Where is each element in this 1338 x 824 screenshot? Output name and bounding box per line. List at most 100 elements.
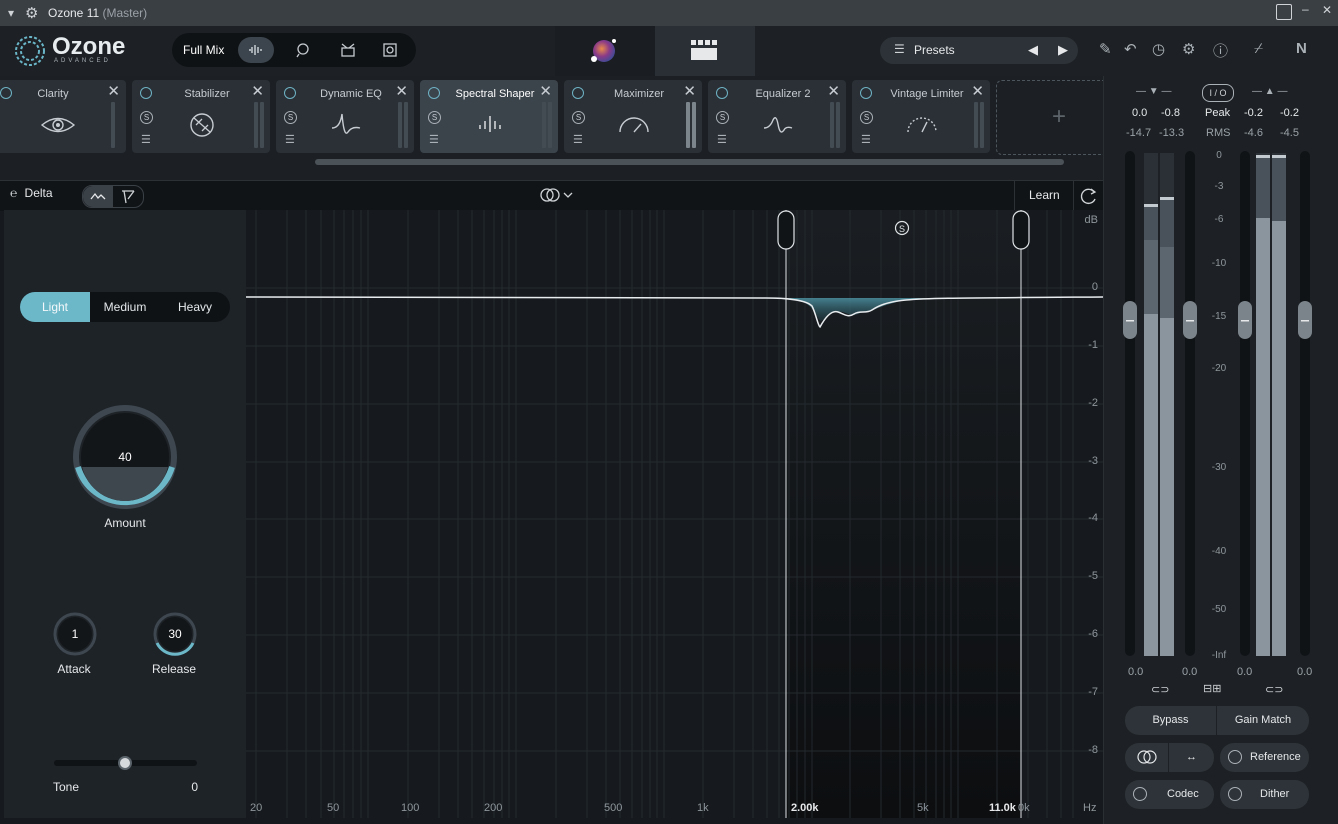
module-equalizer-2[interactable]: S ☰ Equalizer 2 ✕ bbox=[708, 80, 846, 153]
stereo-monitor-button[interactable] bbox=[1125, 743, 1168, 772]
close-module-icon[interactable]: ✕ bbox=[539, 82, 552, 100]
x-tick-label: 11.0k bbox=[989, 802, 1016, 814]
x-tick-label: 20 bbox=[250, 802, 263, 814]
reference-power-icon[interactable] bbox=[1228, 750, 1242, 764]
dither-power-icon[interactable] bbox=[1228, 787, 1242, 801]
close-module-icon[interactable]: ✕ bbox=[683, 82, 696, 100]
presets-bar[interactable]: ☰ Presets ◀ ▶ bbox=[880, 37, 1078, 64]
swap-channels-button[interactable]: ↔ bbox=[1169, 743, 1214, 772]
output-collapse-icon[interactable]: — ▲ — bbox=[1252, 86, 1287, 97]
ni-logo-icon[interactable]: N bbox=[1296, 40, 1307, 57]
input-gain-left[interactable]: 0.0 bbox=[1128, 666, 1143, 678]
codec-button[interactable]: Codec bbox=[1125, 780, 1214, 809]
solo-button[interactable]: S bbox=[284, 111, 297, 124]
list-icon[interactable]: ☰ bbox=[573, 133, 583, 146]
list-icon[interactable]: ☰ bbox=[717, 133, 727, 146]
filter-view-icon[interactable] bbox=[115, 186, 141, 207]
waveform-mode-icon[interactable] bbox=[238, 37, 274, 63]
solo-button[interactable]: S bbox=[572, 111, 585, 124]
presets-label[interactable]: Presets bbox=[914, 43, 955, 57]
solo-button[interactable]: S bbox=[428, 111, 441, 124]
learn-button[interactable]: Learn bbox=[1014, 181, 1074, 210]
module-spectral-shaper[interactable]: S ☰ Spectral Shaper ✕ bbox=[420, 80, 558, 153]
module-stabilizer[interactable]: S ☰ Stabilizer ✕ bbox=[132, 80, 270, 153]
solo-button[interactable]: S bbox=[140, 111, 153, 124]
output-gain-right[interactable]: 0.0 bbox=[1297, 666, 1312, 678]
close-icon[interactable]: ✕ bbox=[1322, 3, 1332, 17]
power-icon[interactable] bbox=[428, 87, 440, 99]
view-toggle[interactable] bbox=[82, 185, 144, 208]
keyboard-icon[interactable] bbox=[1276, 4, 1292, 20]
module-meter bbox=[830, 102, 834, 148]
dither-button[interactable]: Dither bbox=[1220, 780, 1309, 809]
previous-preset-icon[interactable]: ◀ bbox=[1028, 42, 1038, 58]
reset-icon[interactable] bbox=[1080, 187, 1098, 210]
help-icon[interactable]: ⓘ bbox=[1213, 40, 1228, 61]
mode-medium-button[interactable]: Medium bbox=[90, 292, 160, 322]
close-module-icon[interactable]: ✕ bbox=[971, 82, 984, 100]
module-vintage-limiter[interactable]: S ☰ Vintage Limiter ✕ bbox=[852, 80, 990, 153]
module-clarity[interactable]: Clarity ✕ bbox=[0, 80, 126, 153]
power-icon[interactable] bbox=[860, 87, 872, 99]
gear-icon[interactable]: ⚙ bbox=[25, 4, 38, 22]
stereo-link-icon[interactable] bbox=[539, 187, 573, 208]
next-preset-icon[interactable]: ▶ bbox=[1058, 42, 1068, 58]
band-low-handle[interactable] bbox=[777, 210, 795, 250]
settings-gear-icon[interactable]: ⚙ bbox=[1182, 40, 1195, 58]
module-scrollbar[interactable] bbox=[315, 159, 1064, 165]
module-maximizer[interactable]: S ☰ Maximizer ✕ bbox=[564, 80, 702, 153]
minimize-icon[interactable]: – bbox=[1302, 2, 1309, 16]
list-icon[interactable]: ☰ bbox=[429, 133, 439, 146]
vintage-meter-icon bbox=[907, 117, 937, 133]
gain-adjust-icon[interactable]: ⊟⊞ bbox=[1203, 682, 1221, 695]
gain-match-button[interactable]: Gain Match bbox=[1217, 706, 1309, 735]
delta-button[interactable]: ℮ Delta bbox=[10, 186, 53, 200]
izotope-logo-icon[interactable]: ⌿ bbox=[1254, 40, 1263, 57]
undo-icon[interactable]: ↶ bbox=[1124, 40, 1137, 58]
input-link-icon[interactable]: ⊂⊃ bbox=[1151, 683, 1169, 696]
input-gain-right[interactable]: 0.0 bbox=[1182, 666, 1197, 678]
close-module-icon[interactable]: ✕ bbox=[107, 82, 120, 100]
close-module-icon[interactable]: ✕ bbox=[395, 82, 408, 100]
list-icon[interactable]: ☰ bbox=[141, 133, 151, 146]
codec-power-icon[interactable] bbox=[1133, 787, 1147, 801]
power-icon[interactable] bbox=[572, 87, 584, 99]
add-module-button[interactable]: + bbox=[996, 80, 1104, 155]
meter-scale-label: -Inf bbox=[1211, 650, 1227, 661]
mode-heavy-button[interactable]: Heavy bbox=[160, 292, 230, 322]
power-icon[interactable] bbox=[140, 87, 152, 99]
vocal-mode-icon[interactable] bbox=[284, 37, 320, 63]
list-icon[interactable]: ☰ bbox=[861, 133, 871, 146]
release-label: Release bbox=[151, 662, 197, 676]
output-gain-left[interactable]: 0.0 bbox=[1237, 666, 1252, 678]
reference-button[interactable]: Reference bbox=[1220, 743, 1309, 772]
drums-mode-icon[interactable] bbox=[330, 37, 366, 63]
band-high-handle[interactable] bbox=[1012, 210, 1030, 250]
output-link-icon[interactable]: ⊂⊃ bbox=[1265, 683, 1283, 696]
input-collapse-icon[interactable]: — ▼ — bbox=[1136, 86, 1171, 97]
history-icon[interactable]: ◷ bbox=[1152, 40, 1165, 58]
close-module-icon[interactable]: ✕ bbox=[827, 82, 840, 100]
io-toggle[interactable]: I / O bbox=[1202, 84, 1234, 102]
speaker-mode-icon[interactable] bbox=[372, 37, 408, 63]
list-icon[interactable]: ☰ bbox=[285, 133, 295, 146]
solo-button[interactable]: S bbox=[716, 111, 729, 124]
meter-scale-label: 0 bbox=[1216, 150, 1222, 161]
spectrum-view-icon[interactable] bbox=[83, 186, 113, 207]
pencil-icon[interactable]: ✎ bbox=[1099, 40, 1112, 58]
chevron-down-icon[interactable]: ▾ bbox=[8, 6, 14, 20]
module-dynamic-eq[interactable]: S ☰ Dynamic EQ ✕ bbox=[276, 80, 414, 153]
delta-label: Delta bbox=[24, 186, 53, 200]
bypass-button[interactable]: Bypass bbox=[1125, 706, 1216, 735]
master-assistant-button[interactable] bbox=[555, 26, 655, 76]
solo-button[interactable]: S bbox=[860, 111, 873, 124]
release-value: 30 bbox=[168, 627, 182, 641]
tone-slider-handle[interactable] bbox=[118, 756, 132, 770]
power-icon[interactable] bbox=[284, 87, 296, 99]
module-view-button[interactable] bbox=[655, 26, 755, 76]
close-module-icon[interactable]: ✕ bbox=[251, 82, 264, 100]
full-mix-label[interactable]: Full Mix bbox=[183, 43, 224, 57]
power-icon[interactable] bbox=[716, 87, 728, 99]
x-tick-label: 200 bbox=[484, 802, 503, 814]
mode-light-button[interactable]: Light bbox=[20, 292, 90, 322]
